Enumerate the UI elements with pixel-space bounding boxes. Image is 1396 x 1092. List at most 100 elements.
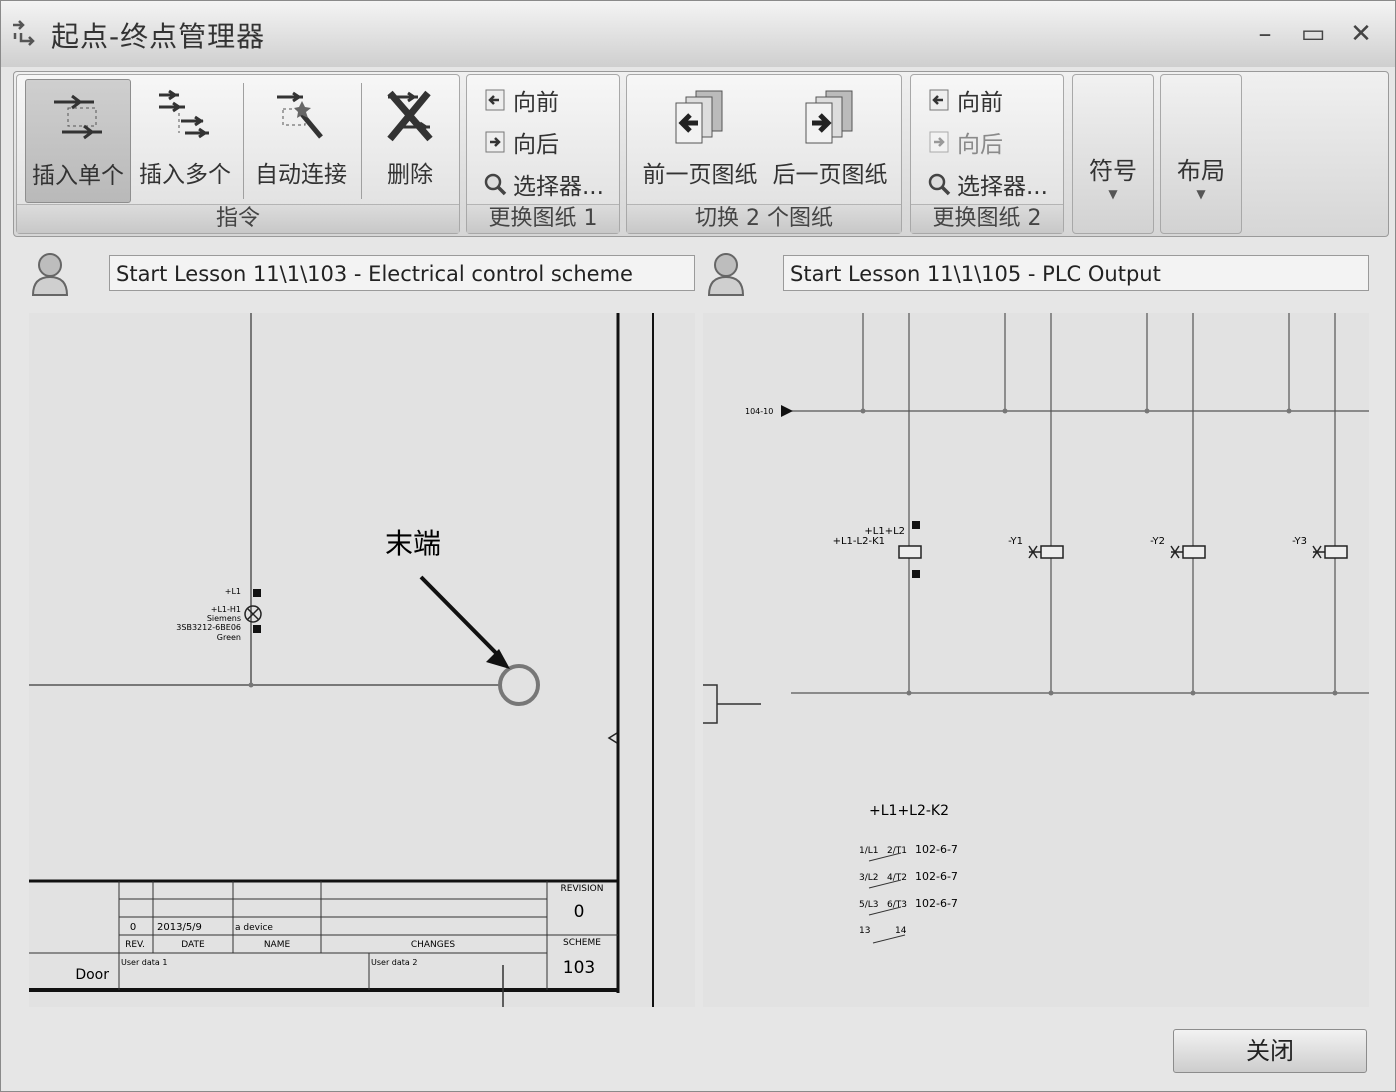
change-sheet1-group: 向前 向后 选择器... 更换图纸 1 — [466, 74, 620, 234]
titleblock-door: Door — [75, 967, 109, 983]
next-page-label: 后一页图纸 — [772, 162, 888, 188]
sheet2-forward-button[interactable]: 向前 — [927, 83, 1003, 117]
sheet2-selector-label: 选择器... — [957, 174, 1048, 200]
svg-text:5/L3: 5/L3 — [859, 900, 879, 910]
change-sheet1-group-label: 更换图纸 1 — [467, 204, 619, 233]
sheet2-selector-button[interactable]: 选择器... — [927, 167, 1048, 201]
titleblock-rev: 0 — [130, 922, 136, 933]
titleblock-name-header: NAME — [264, 940, 291, 950]
component-label: +L1 — [225, 587, 241, 596]
next-page-button[interactable]: 后一页图纸 — [765, 79, 895, 201]
valve-label: -Y1 — [1008, 536, 1023, 547]
contact-reference: +L1+L2-K2 — [869, 803, 949, 819]
prev-page-button[interactable]: 前一页图纸 — [635, 79, 765, 201]
app-icon — [13, 20, 35, 46]
titleblock-user-data1: User data 1 — [121, 958, 167, 967]
commands-group-label: 指令 — [17, 204, 459, 233]
commands-group: 插入单个 插入多个 自动连接 删除 指令 — [16, 74, 460, 234]
junction — [248, 682, 254, 688]
title-bar: 起点-终点管理器 – ▭ ✕ — [1, 1, 1395, 67]
sheet1-forward-button[interactable]: 向前 — [483, 83, 559, 117]
chevron-down-icon: ▼ — [1196, 187, 1206, 201]
titleblock-revision-label: REVISION — [561, 884, 604, 894]
terminal — [253, 589, 261, 597]
sheet2-backward-button[interactable]: 向后 — [927, 125, 1003, 159]
arrow-left-icon — [929, 89, 949, 111]
maximize-button[interactable]: ▭ — [1293, 17, 1333, 51]
prev-page-icon — [675, 90, 723, 144]
titleblock-scheme-label: SCHEME — [563, 938, 601, 948]
svg-text:13: 13 — [859, 926, 870, 936]
arrow-right-icon — [929, 131, 949, 153]
sheet2-name-field[interactable]: Start Lesson 11\1\105 - PLC Output — [783, 255, 1369, 291]
magnifier-icon — [484, 173, 507, 196]
insert-single-button[interactable]: 插入单个 — [25, 79, 131, 203]
close-button[interactable]: 关闭 — [1173, 1029, 1367, 1073]
sheet2-forward-label: 向前 — [957, 90, 1003, 116]
auto-connect-button[interactable]: 自动连接 — [249, 79, 353, 201]
symbol-label: 符号 — [1089, 157, 1137, 185]
delete-icon — [387, 90, 433, 142]
delete-label: 删除 — [387, 162, 433, 188]
signal-label: 104-10 — [745, 407, 773, 416]
auto-connect-label: 自动连接 — [255, 162, 347, 188]
change-sheet2-group: 向前 向后 选择器... 更换图纸 2 — [910, 74, 1064, 234]
start-end-manager-window: 起点-终点管理器 – ▭ ✕ 插入单个 插入多个 自动连接 删除 指令 向前 向… — [0, 0, 1396, 1092]
insert-multiple-button[interactable]: 插入多个 — [133, 79, 237, 201]
separator — [361, 83, 362, 199]
terminal — [912, 521, 920, 529]
component-label: +L1-H1 — [211, 605, 241, 614]
titleblock-user-data2: User data 2 — [371, 958, 417, 967]
titleblock-scheme-value: 103 — [563, 958, 595, 978]
switch-sheets-group: 前一页图纸 后一页图纸 切换 2 个图纸 — [626, 74, 902, 234]
insert-single-icon — [54, 94, 102, 140]
valve-label: -Y3 — [1292, 536, 1307, 547]
arrow-left-icon — [485, 89, 505, 111]
titleblock-revision-value: 0 — [574, 902, 585, 922]
sheet2-user-icon[interactable] — [705, 251, 747, 297]
chevron-down-icon: ▼ — [1108, 187, 1118, 201]
right-sheet-canvas[interactable]: 104-10 +L1+L2 +L1-L2-K1 -Y1 -Y2 -Y3 +L1+ — [703, 313, 1369, 1007]
terminal — [912, 570, 920, 578]
svg-text:14: 14 — [895, 926, 907, 936]
component-label: Green — [217, 633, 241, 642]
sheet2-backward-label: 向后 — [957, 132, 1003, 158]
insert-multiple-icon — [159, 89, 209, 139]
magnifier-icon — [928, 173, 951, 196]
sheet1-name-field[interactable]: Start Lesson 11\1\103 - Electrical contr… — [109, 255, 695, 291]
valve-label: -Y2 — [1150, 536, 1165, 547]
magic-wand-icon — [277, 91, 323, 139]
titleblock-changes-header: CHANGES — [411, 940, 456, 950]
sheet1-user-icon[interactable] — [29, 251, 71, 297]
left-sheet-canvas[interactable]: +L1 +L1-H1 Siemens 3SB3212-6BE06 Green 末… — [29, 313, 695, 1007]
close-window-button[interactable]: ✕ — [1341, 17, 1381, 51]
insert-single-label: 插入单个 — [32, 163, 124, 189]
prev-page-label: 前一页图纸 — [642, 162, 758, 188]
titleblock-change: a device — [235, 923, 273, 933]
sheet1-selector-button[interactable]: 选择器... — [483, 167, 604, 201]
terminal — [253, 625, 261, 633]
end-annotation: 末端 — [385, 527, 441, 560]
symbol-dropdown[interactable]: 符号 ▼ — [1072, 74, 1154, 234]
sheet1-backward-label: 向后 — [513, 132, 559, 158]
ribbon-toolbar: 插入单个 插入多个 自动连接 删除 指令 向前 向后 选择器... 更换图纸 1… — [13, 71, 1389, 237]
switch-sheets-group-label: 切换 2 个图纸 — [627, 204, 901, 233]
next-page-icon — [805, 90, 853, 144]
titleblock-date-header: DATE — [181, 940, 205, 950]
minimize-button[interactable]: – — [1245, 17, 1285, 51]
separator — [243, 83, 244, 199]
svg-text:102-6-7: 102-6-7 — [915, 843, 958, 856]
titleblock-date: 2013/5/9 — [157, 922, 202, 933]
coil-label: +L1-L2-K1 — [833, 536, 885, 547]
coil-symbol — [898, 545, 922, 559]
insert-multiple-label: 插入多个 — [139, 162, 231, 188]
sheet1-forward-label: 向前 — [513, 90, 559, 116]
component-label: Siemens — [207, 614, 241, 623]
sheet1-backward-button[interactable]: 向后 — [483, 125, 559, 159]
svg-text:102-6-7: 102-6-7 — [915, 897, 958, 910]
arrow-right-icon — [485, 131, 505, 153]
delete-button[interactable]: 删除 — [365, 79, 455, 201]
window-title: 起点-终点管理器 — [51, 20, 266, 53]
component-label: 3SB3212-6BE06 — [176, 623, 241, 632]
layout-dropdown[interactable]: 布局 ▼ — [1160, 74, 1242, 234]
